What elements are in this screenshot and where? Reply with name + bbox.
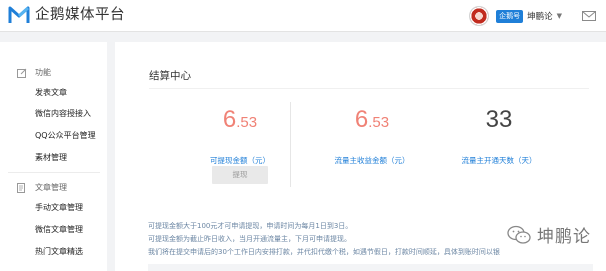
mail-icon[interactable] [582,11,596,21]
stat-label: 流量主开通天数（天） [461,156,537,165]
stat-label: 流量主收益金额（元） [334,156,410,165]
stat-withdrawable-amount: 6.53 可提现金额（元） [185,105,295,166]
note-line: 可提现金额为截止昨日收入，当月开通流量主，下月可申请提现。 [148,235,351,243]
stat-value: 6.53 [354,106,390,133]
stat-value: 6.53 [222,106,258,133]
sidebar-item-material-management[interactable]: 素材管理 [35,152,67,163]
stat-divider [290,102,291,187]
account-type-badge: 企鹅号 [496,9,524,23]
chevron-down-icon[interactable]: ▼ [557,12,562,20]
watermark-text: 坤鹏论 [537,227,591,247]
sidebar-group-functions: 功能 [17,67,51,78]
user-name[interactable]: 坤鹏论 [527,10,553,22]
sidebar-item-wechat-content-access[interactable]: 微信内容授接入 [35,108,91,119]
sidebar-item-qq-platform-management[interactable]: QQ公众平台管理 [35,130,96,141]
sidebar-group-label: 功能 [35,68,51,77]
title-divider [149,88,589,89]
document-icon [17,182,25,193]
sidebar-item-manual-article-management[interactable]: 手动文章管理 [35,202,83,213]
wechat-icon [507,225,531,244]
page-title: 结算中心 [149,70,191,82]
avatar[interactable] [469,6,490,26]
brand-logo[interactable]: 企鹅媒体平台 [8,4,125,26]
bottom-panel-strip [148,264,593,271]
stat-traffic-income: 6.53 流量主收益金额（元） [317,105,427,166]
note-line: 可提现金额大于100元才可申请提现，申请时间为每月1日到3日。 [148,222,353,230]
sidebar-divider [8,172,100,173]
settlement-notes: 可提现金额大于100元才可申请提现，申请时间为每月1日到3日。 可提现金额为截止… [148,220,500,259]
sidebar-group-label: 文章管理 [35,183,67,192]
brand-name: 企鹅媒体平台 [35,7,125,23]
penguin-media-logo-icon [8,6,30,23]
top-navigation-bar: 企鹅媒体平台 企鹅号 坤鹏论 ▼ [0,0,606,32]
stat-label: 可提现金额（元） [210,156,270,165]
stat-traffic-days: 33 流量主开通天数（天） [444,105,554,166]
sidebar-group-article-management: 文章管理 [17,182,67,193]
withdraw-button[interactable]: 提现 [212,166,268,184]
watermark: 坤鹏论 [507,222,591,247]
sidebar-item-hot-articles[interactable]: 热门文章精选 [35,246,83,257]
sidebar-item-publish-article[interactable]: 发表文章 [35,87,67,98]
note-line: 我们将在提交申请后的30个工作日内安排打款，并代扣代缴个税，如遇节假日，打款时间… [148,248,500,256]
sidebar-item-wechat-article-management[interactable]: 微信文章管理 [35,224,83,235]
user-menu[interactable]: 企鹅号 坤鹏论 ▼ [469,5,596,27]
edit-icon [17,68,27,78]
sidebar: 功能 发表文章 微信内容授接入 QQ公众平台管理 素材管理 文章管理 手动文章管… [0,42,107,271]
stat-value: 33 [485,106,513,133]
